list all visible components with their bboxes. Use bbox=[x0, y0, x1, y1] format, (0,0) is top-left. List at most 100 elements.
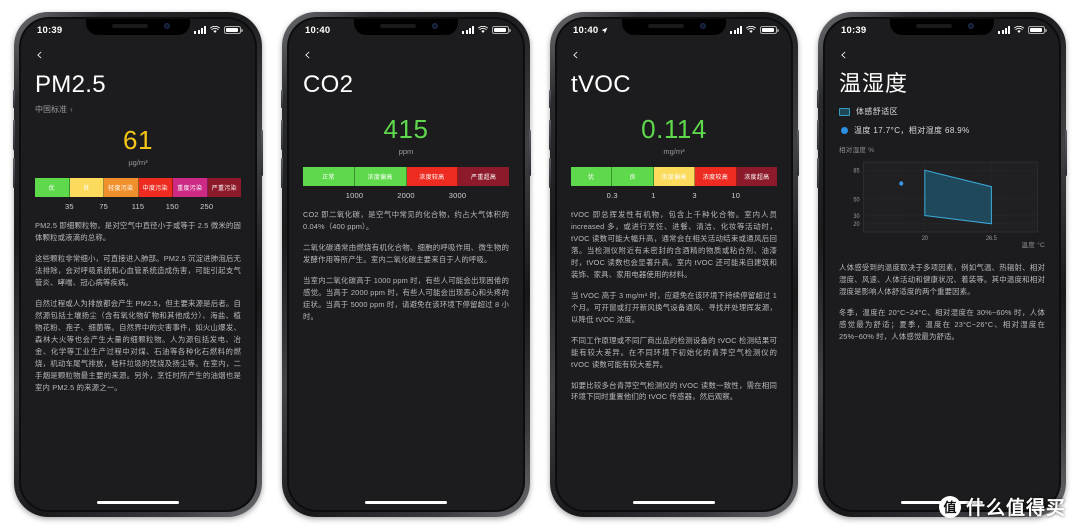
screen-tvoc: 10:40 ‹ tVOC 0.114 mg/m³ 优 良 浓度偏高 浓度较高 浓… bbox=[557, 19, 791, 510]
chart-y-tick: 30 bbox=[853, 214, 859, 220]
current-reading-point bbox=[899, 181, 904, 186]
volume-down-button[interactable] bbox=[281, 158, 283, 188]
phone-bezel: 10:39 ‹ 温湿度 体感舒适区 温度 17.7°C，相对湿度 68.9% 相… bbox=[823, 17, 1061, 512]
silent-switch[interactable] bbox=[817, 90, 819, 108]
page-title: 温湿度 bbox=[839, 71, 909, 96]
silent-switch[interactable] bbox=[13, 90, 15, 108]
chart-x-tick: 20 bbox=[922, 236, 928, 242]
silent-switch[interactable] bbox=[549, 90, 551, 108]
description-paragraph: 当室内二氧化碳高于 1000 ppm 时，有些人可能会出现困倦的感觉。当高于 2… bbox=[303, 275, 509, 321]
page-content-tvoc: ‹ tVOC 0.114 mg/m³ 优良浓度偏高 浓度较高 浓度超高 0.3 1 3 1… bbox=[557, 41, 791, 403]
status-bar-left: 10:40 bbox=[305, 25, 330, 36]
back-button[interactable]: ‹ bbox=[572, 47, 579, 64]
screen-pm25: 10:39 ‹ PM2.5 中国标准 › 61 µg/m³ 优 良 轻度污染 中… bbox=[21, 19, 255, 510]
wifi-icon bbox=[746, 26, 756, 33]
silent-switch[interactable] bbox=[281, 90, 283, 108]
gauge-ticks: 0.3 1 3 10 bbox=[571, 189, 777, 203]
legend-label: 体感舒适区 bbox=[856, 107, 898, 117]
volume-up-button[interactable] bbox=[549, 120, 551, 150]
phone-bezel: 10:40 ‹ tVOC 0.114 mg/m³ 优 良 浓度偏高 浓度较高 浓… bbox=[555, 17, 793, 512]
volume-up-button[interactable] bbox=[281, 120, 283, 150]
wifi-icon bbox=[1014, 26, 1024, 33]
battery-icon bbox=[492, 26, 511, 34]
watermark: 值 什么值得买 bbox=[935, 490, 1074, 523]
gauge-segment: 浓度超高 bbox=[736, 166, 778, 186]
description-paragraph: CO2 即二氧化碳，是空气中常见的化合物，约占大气体积的 0.04%（400 p… bbox=[303, 209, 509, 231]
gauge-segment: 优 bbox=[35, 177, 70, 197]
status-time: 10:40 bbox=[305, 24, 331, 36]
back-button[interactable]: ‹ bbox=[36, 47, 43, 64]
home-indicator[interactable] bbox=[97, 500, 179, 504]
volume-down-button[interactable] bbox=[549, 158, 551, 188]
description-body: CO2 即二氧化碳，是空气中常见的化合物，约占大气体积的 0.04%（400 p… bbox=[303, 209, 509, 323]
chart-y-axis-label: 相对湿度 % bbox=[839, 147, 875, 155]
signal-icon bbox=[730, 26, 742, 34]
page-title: PM2.5 bbox=[35, 71, 106, 98]
gauge-segment: 中度污染 bbox=[138, 177, 173, 197]
page-content-co2: ‹ CO2 415 ppm 正常 浓度偏高 浓度较高 严重超高 1000 2000 300… bbox=[289, 41, 523, 323]
gauge-tick-label: 0.3 bbox=[606, 190, 618, 200]
reading-unit: µg/m³ bbox=[128, 157, 148, 167]
reading-value: 0.114 bbox=[641, 114, 707, 145]
reading-block: 61 µg/m³ bbox=[35, 125, 241, 167]
gauge-ticks: 1000 2000 3000 bbox=[303, 189, 509, 203]
power-button[interactable] bbox=[529, 130, 531, 176]
reading-value: 61 bbox=[123, 125, 153, 156]
signal-icon bbox=[194, 26, 206, 34]
location-arrow-icon bbox=[601, 27, 608, 33]
page-title: tVOC bbox=[571, 71, 631, 98]
battery-icon bbox=[1028, 26, 1047, 34]
comfort-chart: 相对湿度 % 85 50 30 20 20 26.5 温度 °C bbox=[839, 144, 1045, 250]
gauge-segment: 严重超高 bbox=[458, 166, 509, 186]
gauge-ticks: 35 75 115 150 250 bbox=[35, 200, 241, 214]
volume-down-button[interactable] bbox=[817, 158, 819, 188]
back-button[interactable]: ‹ bbox=[840, 47, 847, 64]
gauge-tick-label: 1000 bbox=[345, 190, 364, 200]
battery-icon bbox=[224, 26, 243, 34]
volume-down-button[interactable] bbox=[13, 158, 15, 188]
status-bar-left: 10:39 bbox=[841, 25, 866, 36]
power-button[interactable] bbox=[797, 130, 799, 176]
phone-tvoc: 10:40 ‹ tVOC 0.114 mg/m³ 优 良 浓度偏高 浓度较高 浓… bbox=[549, 12, 799, 517]
gauge-tick-label: 2000 bbox=[397, 190, 415, 200]
description-paragraph: tVOC 即总挥发性有机物，包含上千种化合物。室内人员increased 多，或… bbox=[571, 209, 777, 279]
gauge-segment: 严重污染 bbox=[207, 177, 241, 197]
chart-y-tick: 50 bbox=[853, 198, 859, 204]
status-time: 10:39 bbox=[37, 24, 63, 36]
volume-up-button[interactable] bbox=[817, 120, 819, 150]
page-title: CO2 bbox=[303, 71, 354, 98]
status-bar: 10:39 bbox=[825, 19, 1059, 41]
status-time: 10:39 bbox=[841, 24, 867, 36]
power-button[interactable] bbox=[261, 130, 263, 176]
status-bar-left: 10:39 bbox=[37, 25, 62, 36]
power-button[interactable] bbox=[1065, 130, 1067, 176]
home-indicator[interactable] bbox=[633, 500, 715, 504]
gauge-tick-label: 10 bbox=[731, 190, 741, 200]
back-button[interactable]: ‹ bbox=[304, 47, 311, 64]
chart-plot-area: 85 50 30 20 20 26.5 温度 °C bbox=[839, 156, 1045, 250]
chart-y-tick: 85 bbox=[853, 169, 859, 175]
watermark-text: 什么值得买 bbox=[965, 497, 1066, 519]
description-paragraph: 不同工作原理或不同厂商出品的检测设备的 tVOC 检测结果可能有较大差异。在不同… bbox=[571, 335, 777, 369]
status-bar-right bbox=[730, 26, 779, 34]
gauge-segment: 浓度偏高 bbox=[653, 166, 696, 186]
gauge: 优良轻度污染 中度污染 重度污染 严重污染 35 75 115 150 250 bbox=[35, 177, 241, 214]
description-body: 人体感受到的温度取决于多项因素，例如气温、热辐射、相对湿度、风速、人体活动和健康… bbox=[839, 262, 1045, 343]
gauge-segment: 优 bbox=[571, 166, 613, 186]
page-content-temp-humidity: ‹ 温湿度 体感舒适区 温度 17.7°C，相对湿度 68.9% 相对湿度 % … bbox=[825, 41, 1059, 343]
status-bar: 10:40 bbox=[557, 19, 791, 41]
gauge-tick-label: 1 bbox=[651, 190, 656, 200]
home-indicator[interactable] bbox=[365, 500, 447, 504]
legend-item-comfort-zone: 体感舒适区 bbox=[839, 106, 1045, 117]
phone-co2: 10:40 ‹ CO2 415 ppm 正常 浓度偏高 浓度较高 严重超高 10… bbox=[281, 12, 531, 517]
reading-block: 415 ppm bbox=[303, 116, 509, 156]
reading-block: 0.114 mg/m³ bbox=[571, 114, 777, 156]
gauge: 正常 浓度偏高 浓度较高 严重超高 1000 2000 3000 bbox=[303, 166, 509, 203]
chart-x-axis-label: 温度 °C bbox=[1021, 242, 1045, 250]
phone-bezel: 10:40 ‹ CO2 415 ppm 正常 浓度偏高 浓度较高 严重超高 10… bbox=[287, 17, 525, 512]
gauge-segment: 浓度偏高 bbox=[354, 166, 407, 186]
standard-selector[interactable]: 中国标准 › bbox=[35, 104, 73, 115]
description-body: tVOC 即总挥发性有机物，包含上千种化合物。室内人员increased 多，或… bbox=[571, 209, 777, 404]
wifi-icon bbox=[210, 26, 220, 33]
volume-up-button[interactable] bbox=[13, 120, 15, 150]
